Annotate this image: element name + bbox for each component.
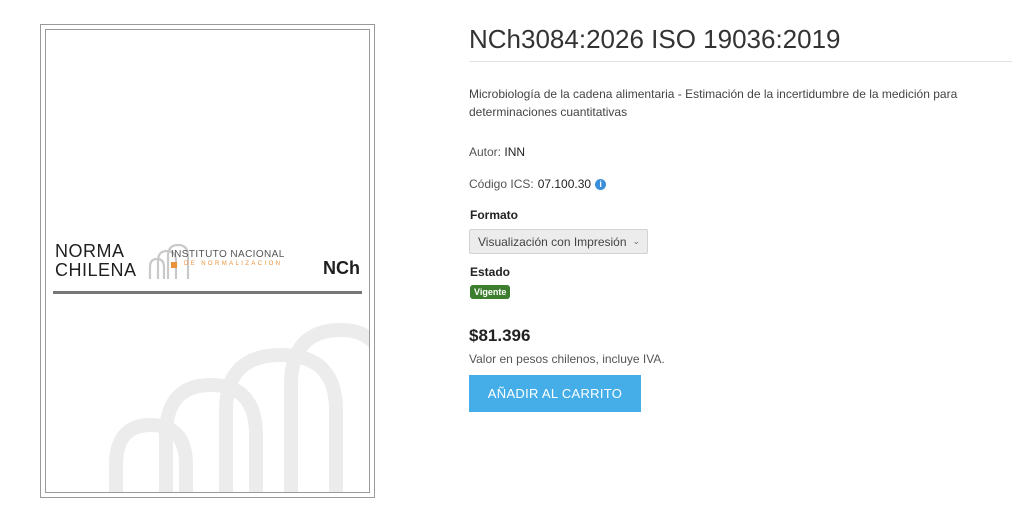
author-value: INN [504,145,526,159]
ics-label: Código ICS: [469,177,534,191]
ics-value: 07.100.30 [537,177,592,191]
inn-accent-bar [171,262,177,268]
product-price: $81.396 [469,326,531,345]
add-to-cart-button[interactable]: AÑADIR AL CARRITO [469,375,641,412]
author-label: Autor: [469,145,502,159]
info-icon[interactable]: i [595,178,607,190]
format-label: Formato [470,208,518,222]
product-title: NCh3084:2026 ISO 19036:2019 [469,24,841,54]
status-badge: Vigente [470,285,511,299]
format-selected-value: Visualización con Impresión [478,234,627,249]
norma-label: NORMA [55,241,125,261]
norma-chilena-label: NORMA CHILENA [55,242,137,280]
title-divider [469,61,1012,62]
author-row: Autor: INN [469,145,525,159]
cover-frame: NORMA CHILENA INSTITUTO NACIONAL DE NORM… [45,29,370,493]
ics-row: Código ICS: 07.100.30 i [469,177,607,191]
inn-name-line1: INSTITUTO NACIONAL [171,249,285,260]
product-cover-image: NORMA CHILENA INSTITUTO NACIONAL DE NORM… [40,24,375,498]
price-note: Valor en pesos chilenos, incluye IVA. [469,352,665,366]
chilena-label: CHILENA [55,260,137,280]
format-select[interactable]: Visualización con Impresión ⌄ [469,229,648,254]
inn-watermark-logo [109,322,369,492]
cover-divider [53,291,362,294]
status-label: Estado [470,265,511,279]
product-description: Microbiología de la cadena alimentaria -… [469,87,958,119]
chevron-down-icon: ⌄ [632,236,640,246]
nch-label: NCh [323,258,360,278]
inn-name-line2: DE NORMALIZACION [184,261,283,267]
